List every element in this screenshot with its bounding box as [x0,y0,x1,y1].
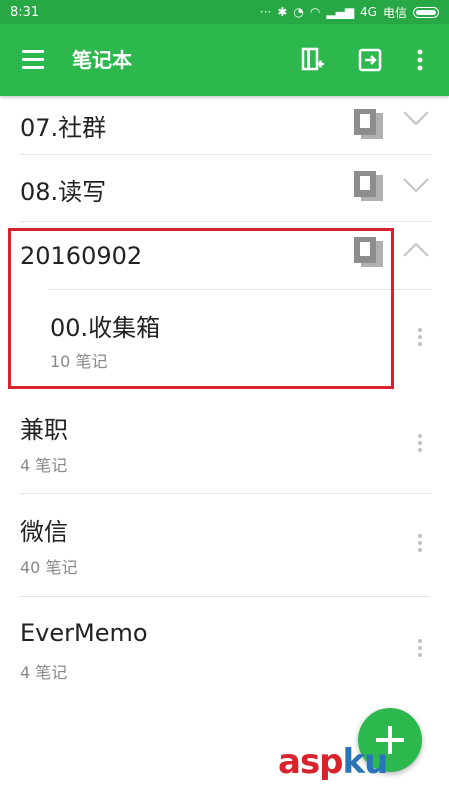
status-time: 8:31 [10,4,40,20]
watermark-text-a: asp [278,742,344,782]
sync-icon[interactable] [354,44,386,76]
menu-icon[interactable] [20,48,48,72]
alarm-icon: ◔ [293,5,304,19]
notebook-title: 微信 [20,518,68,546]
notebook-row[interactable]: 微信 40 笔记 [0,494,449,594]
chevron-up-icon[interactable] [402,240,430,260]
more-dots-icon: ··· [259,5,272,19]
status-icons: ··· ✱ ◔ ◠ ▂▄▆ 4G 电信 [260,4,439,21]
highlight-box [8,228,394,389]
bluetooth-icon: ✱ [277,5,288,19]
watermark-logo: aspku [278,742,389,782]
wifi-icon: ◠ [309,5,321,19]
new-notebook-icon[interactable] [296,44,328,76]
chevron-down-icon[interactable] [402,108,430,128]
chevron-down-icon[interactable] [402,175,430,195]
more-options-icon[interactable] [417,328,423,349]
note-count: 40 笔记 [20,558,78,577]
watermark-text-b: ku [342,742,389,782]
notebook-title: 兼职 [20,416,68,444]
notebook-stack-title: 08.读写 [20,178,107,206]
overflow-menu-icon[interactable] [404,44,436,76]
notebook-stack-row[interactable]: 07.社群 [0,96,449,154]
status-bar: 8:31 ··· ✱ ◔ ◠ ▂▄▆ 4G 电信 [0,0,449,24]
more-options-icon[interactable] [417,639,423,660]
notebook-stack-row[interactable]: 08.读写 [0,155,449,221]
app-bar: 笔记本 [0,24,449,96]
network-type: 4G [360,5,377,19]
battery-icon [413,6,439,18]
note-count: 4 笔记 [20,456,68,475]
notebook-row[interactable]: 兼职 4 笔记 [0,396,449,490]
signal-icon: ▂▄▆ [326,5,355,19]
notebook-stack-title: 07.社群 [20,114,107,142]
carrier-name: 电信 [382,5,407,20]
notebook-title: EverMemo [20,619,148,647]
more-options-icon[interactable] [417,534,423,555]
stack-icon [354,109,383,139]
notebook-row[interactable]: EverMemo 4 笔记 [0,597,449,697]
page-title: 笔记本 [72,48,132,72]
more-options-icon[interactable] [417,434,423,455]
stack-icon [354,171,383,201]
note-count: 4 笔记 [20,663,68,682]
